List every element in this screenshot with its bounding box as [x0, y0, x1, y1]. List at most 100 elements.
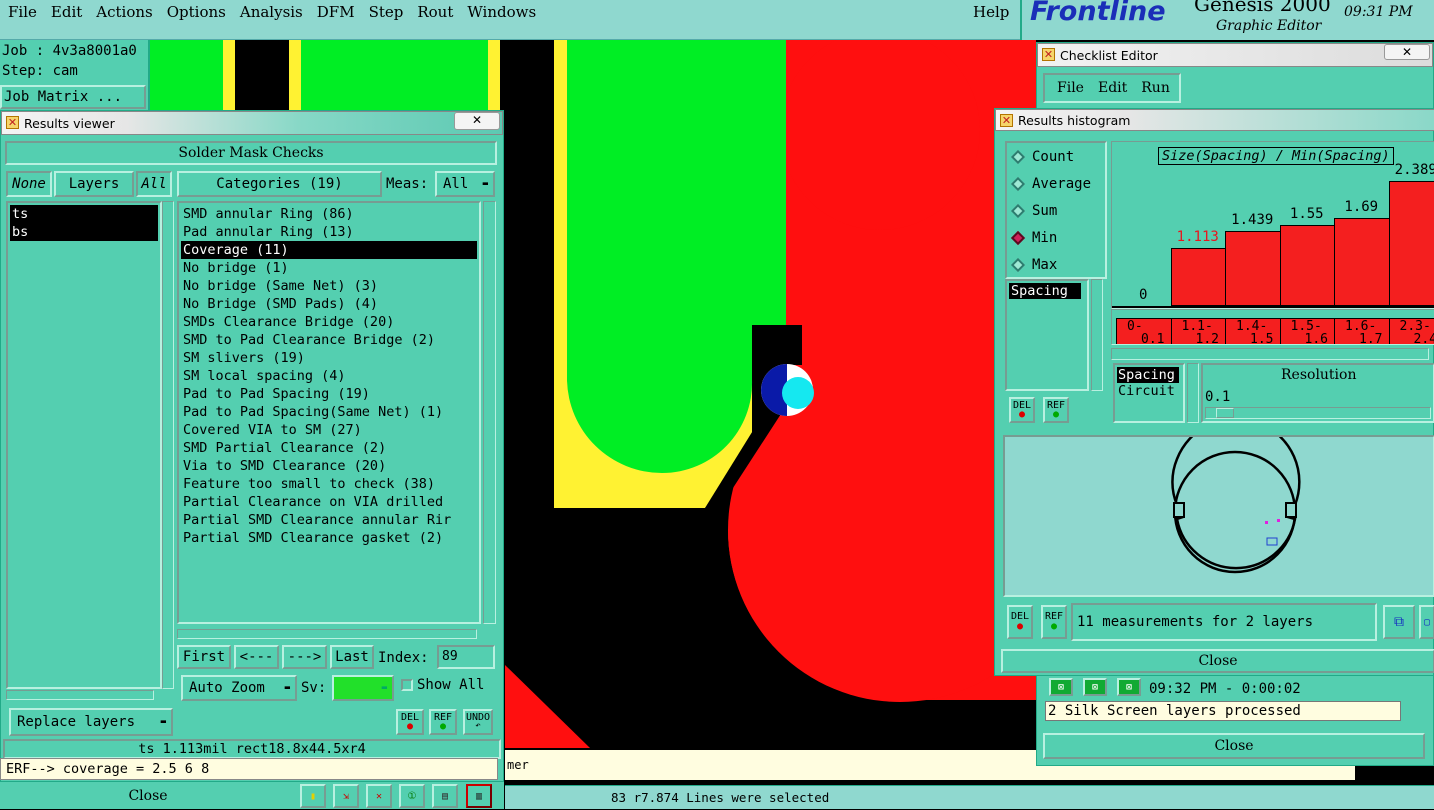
undo-button[interactable]: UNDO↶	[463, 709, 493, 735]
checks-list-hscroll[interactable]	[177, 629, 477, 639]
action-icon-3[interactable]: ⊠	[1117, 678, 1141, 696]
close-icon[interactable]: ✕	[454, 112, 500, 130]
resolution-slider[interactable]	[1205, 407, 1431, 419]
last-button[interactable]: Last	[330, 645, 374, 669]
check-item[interactable]: SMDs Clearance Bridge (20)	[181, 313, 477, 331]
menu-edit[interactable]: Edit	[51, 3, 82, 21]
data-type-circuit[interactable]: Circuit	[1117, 383, 1181, 399]
menu-file[interactable]: File	[8, 3, 37, 21]
histogram-bar[interactable]	[1280, 225, 1336, 306]
check-item[interactable]: SM slivers (19)	[181, 349, 477, 367]
layer-item-bs[interactable]: bs	[10, 223, 158, 241]
menu-windows[interactable]: Windows	[467, 3, 536, 21]
check-item[interactable]: Feature too small to check (38)	[181, 475, 477, 493]
replace-layers-select[interactable]: Replace layers▬	[9, 708, 173, 736]
next-button[interactable]: --->	[282, 645, 327, 669]
check-item[interactable]: Pad to Pad Spacing (19)	[181, 385, 477, 403]
check-item[interactable]: Partial SMD Clearance annular Rir	[181, 511, 477, 529]
report-icon[interactable]: ▤	[432, 784, 458, 808]
meas-select[interactable]: All▬	[435, 171, 495, 197]
checklist-menu-file[interactable]: File	[1057, 80, 1084, 96]
check-item[interactable]: Coverage (11)	[181, 241, 477, 259]
check-item[interactable]: No bridge (1)	[181, 259, 477, 277]
mode-radio-count[interactable]: Count	[1007, 143, 1105, 170]
histogram-bar[interactable]	[1389, 181, 1434, 306]
resolution-slider-thumb[interactable]	[1216, 408, 1234, 418]
mode-radio-max[interactable]: Max	[1007, 251, 1105, 278]
measure-list-scrollbar[interactable]	[1091, 279, 1103, 391]
zoom-fit-icon[interactable]: ⧉	[1383, 605, 1415, 639]
check-item[interactable]: No bridge (Same Net) (3)	[181, 277, 477, 295]
check-item[interactable]: SMD Partial Clearance (2)	[181, 439, 477, 457]
layer-list[interactable]: ts bs	[6, 201, 162, 689]
radio-diamond-icon	[1011, 230, 1025, 244]
action-icon-1[interactable]: ⊠	[1049, 678, 1073, 696]
auto-zoom-select[interactable]: Auto Zoom▬	[181, 675, 297, 701]
data-type-scrollbar[interactable]	[1187, 363, 1199, 423]
layers-button[interactable]: Layers	[54, 171, 134, 197]
checklist-close-button[interactable]: Close	[1043, 733, 1425, 759]
check-item[interactable]: Partial SMD Clearance gasket (2)	[181, 529, 477, 547]
categories-button[interactable]: Categories (19)	[177, 171, 382, 197]
index-input[interactable]: 89	[437, 645, 495, 669]
checks-list-scrollbar[interactable]	[483, 201, 496, 624]
preview-ref-button[interactable]: REF●	[1041, 605, 1067, 639]
mode-radio-average[interactable]: Average	[1007, 170, 1105, 197]
check-item[interactable]: Via to SMD Clearance (20)	[181, 457, 477, 475]
mode-radio-sum[interactable]: Sum	[1007, 197, 1105, 224]
locate-icon[interactable]: ▮	[300, 784, 326, 808]
all-button[interactable]: All	[136, 171, 172, 197]
action-icon-2[interactable]: ⊠	[1083, 678, 1107, 696]
histogram-bar[interactable]	[1334, 218, 1390, 306]
histogram-bar[interactable]	[1171, 248, 1227, 306]
prev-button[interactable]: <---	[234, 645, 279, 669]
menu-analysis[interactable]: Analysis	[240, 3, 303, 21]
measure-item-spacing[interactable]: Spacing	[1009, 283, 1081, 299]
menu-actions[interactable]: Actions	[96, 3, 152, 21]
data-type-list[interactable]: Spacing Circuit	[1113, 363, 1185, 423]
menu-rout[interactable]: Rout	[417, 3, 453, 21]
menu-step[interactable]: Step	[369, 3, 404, 21]
ref-button[interactable]: REF●	[429, 709, 457, 735]
layer-item-ts[interactable]: ts	[10, 205, 158, 223]
layer-list-hscroll[interactable]	[6, 690, 154, 700]
histogram-icon[interactable]: ▥	[466, 784, 492, 808]
check-item[interactable]: No Bridge (SMD Pads) (4)	[181, 295, 477, 313]
menu-help[interactable]: Help	[973, 3, 1009, 21]
checklist-menu-run[interactable]: Run	[1141, 80, 1170, 96]
first-button[interactable]: First	[177, 645, 231, 669]
check-item[interactable]: Pad annular Ring (13)	[181, 223, 477, 241]
check-item[interactable]: SMD to Pad Clearance Bridge (2)	[181, 331, 477, 349]
feature-preview	[1003, 435, 1434, 597]
zoom-extra-icon[interactable]: ▢	[1419, 605, 1434, 639]
cancel-icon[interactable]: ✕	[366, 784, 392, 808]
compare-icon[interactable]: ①	[399, 784, 425, 808]
del-button[interactable]: DEL●	[396, 709, 424, 735]
check-item[interactable]: Covered VIA to SM (27)	[181, 421, 477, 439]
close-button[interactable]: Close	[2, 784, 294, 808]
check-item[interactable]: SMD annular Ring (86)	[181, 205, 477, 223]
none-button[interactable]: None	[6, 171, 52, 197]
checks-list[interactable]: SMD annular Ring (86)Pad annular Ring (1…	[177, 201, 481, 624]
menu-options[interactable]: Options	[167, 3, 226, 21]
exit-icon[interactable]: ⇲	[333, 784, 359, 808]
preview-del-button[interactable]: DEL●	[1007, 605, 1033, 639]
show-all-checkbox[interactable]	[401, 679, 413, 691]
mode-radio-min[interactable]: Min	[1007, 224, 1105, 251]
check-item[interactable]: Partial Clearance on VIA drilled	[181, 493, 477, 511]
job-matrix-button[interactable]: Job Matrix ...	[0, 85, 146, 109]
histogram-bar[interactable]	[1225, 231, 1281, 306]
check-item[interactable]: SM local spacing (4)	[181, 367, 477, 385]
menu-dfm[interactable]: DFM	[317, 3, 355, 21]
close-icon[interactable]: ✕	[1384, 44, 1430, 60]
check-item[interactable]: Pad to Pad Spacing(Same Net) (1)	[181, 403, 477, 421]
measure-list[interactable]: Spacing	[1005, 279, 1089, 391]
layer-list-scrollbar[interactable]	[162, 201, 174, 689]
hist-del-button[interactable]: DEL●	[1009, 397, 1035, 423]
hist-ref-button[interactable]: REF●	[1043, 397, 1069, 423]
checklist-menu-edit[interactable]: Edit	[1098, 80, 1127, 96]
histogram-close-button[interactable]: Close	[1001, 649, 1434, 673]
sv-color-select[interactable]: ▬	[332, 675, 394, 701]
data-type-spacing[interactable]: Spacing	[1117, 367, 1179, 383]
chart-hscroll[interactable]	[1111, 348, 1429, 360]
